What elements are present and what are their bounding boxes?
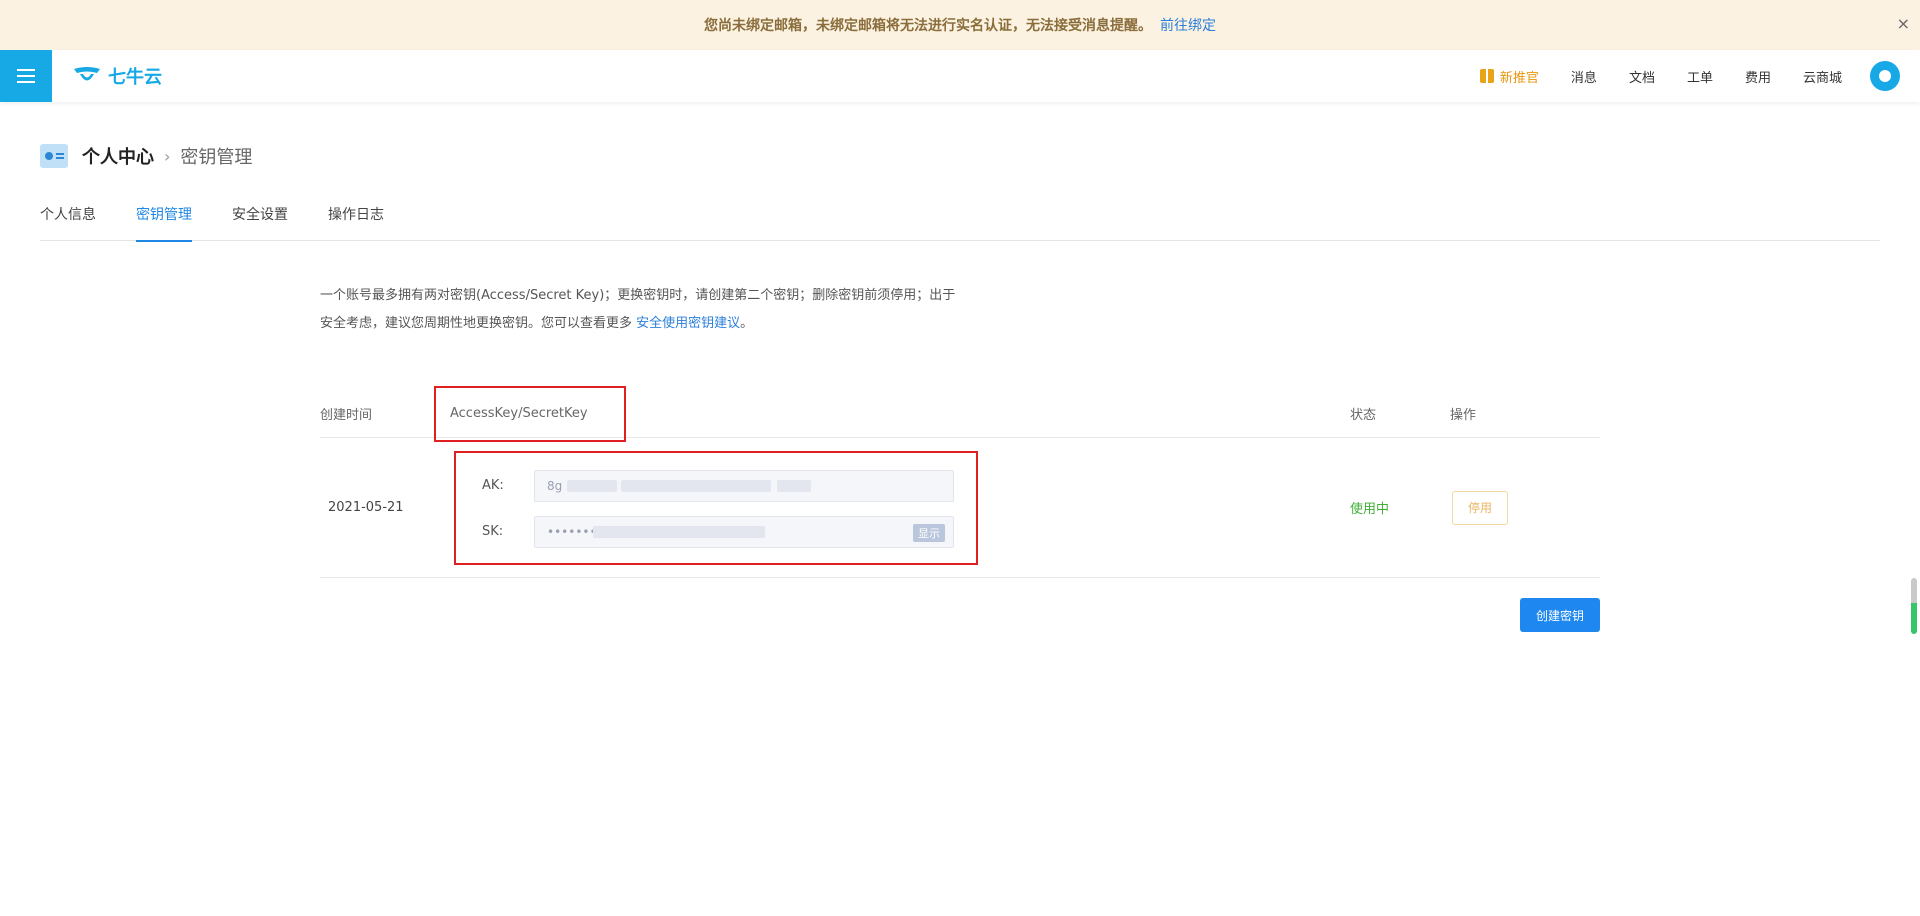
breadcrumb: 个人中心 › 密钥管理 bbox=[40, 143, 252, 169]
header-key-highlight: AccessKey/SecretKey bbox=[434, 385, 626, 442]
nav-docs[interactable]: 文档 bbox=[1629, 67, 1655, 86]
bind-email-link[interactable]: 前往绑定 bbox=[1160, 15, 1216, 35]
ak-field[interactable]: 8g bbox=[534, 469, 954, 502]
logo[interactable]: 七牛云 bbox=[72, 63, 162, 89]
table-header: 创建时间 AccessKey/SecretKey 状态 操作 bbox=[320, 385, 1600, 442]
table-row: 2021-05-21 AK: 8g SK: •••••••• 显示 使用中 停用 bbox=[320, 438, 1600, 578]
menu-button[interactable] bbox=[0, 50, 52, 102]
sk-redaction bbox=[593, 525, 765, 538]
nav-billing[interactable]: 费用 bbox=[1745, 67, 1771, 86]
top-nav: 新推官 消息 文档 工单 费用 云商城 bbox=[1479, 67, 1842, 86]
show-secret-button[interactable]: 显示 bbox=[913, 523, 945, 542]
description-end: 。 bbox=[740, 316, 754, 331]
sk-label: SK: bbox=[482, 524, 504, 539]
tab-operation-log[interactable]: 操作日志 bbox=[328, 200, 384, 241]
nav-new-recommend[interactable]: 新推官 bbox=[1479, 67, 1539, 86]
header-access-secret-key: AccessKey/SecretKey bbox=[450, 406, 588, 421]
keys-highlight-box: AK: 8g SK: •••••••• 显示 bbox=[454, 450, 978, 565]
scrollbar[interactable] bbox=[1911, 578, 1917, 634]
header-created-time: 创建时间 bbox=[320, 408, 373, 423]
tab-security-settings[interactable]: 安全设置 bbox=[232, 200, 288, 241]
ak-redaction bbox=[777, 479, 811, 492]
nav-mall[interactable]: 云商城 bbox=[1803, 67, 1842, 86]
sk-field[interactable]: •••••••• 显示 bbox=[534, 515, 954, 548]
create-key-button[interactable]: 创建密钥 bbox=[1520, 598, 1600, 632]
ak-label: AK: bbox=[482, 478, 504, 493]
tab-key-management[interactable]: 密钥管理 bbox=[136, 200, 192, 242]
keys-table: 创建时间 AccessKey/SecretKey 状态 操作 2021-05-2… bbox=[320, 385, 1600, 578]
row-operation: 停用 bbox=[1450, 490, 1600, 525]
tab-personal-info[interactable]: 个人信息 bbox=[40, 200, 96, 241]
row-date: 2021-05-21 bbox=[328, 500, 404, 515]
notice-banner: 您尚未绑定邮箱，未绑定邮箱将无法进行实名认证，无法接受消息提醒。 前往绑定 × bbox=[0, 0, 1920, 50]
key-description: 一个账号最多拥有两对密钥(Access/Secret Key)；更换密钥时，请创… bbox=[320, 282, 960, 338]
ak-redaction bbox=[567, 479, 617, 492]
close-icon[interactable]: × bbox=[1897, 14, 1910, 33]
row-keys: AK: 8g SK: •••••••• 显示 bbox=[430, 450, 1350, 565]
security-advice-link[interactable]: 安全使用密钥建议 bbox=[636, 316, 740, 331]
nav-messages[interactable]: 消息 bbox=[1571, 67, 1597, 86]
ak-line: AK: 8g bbox=[482, 463, 956, 509]
hamburger-icon bbox=[17, 69, 35, 83]
logo-icon bbox=[74, 67, 100, 81]
breadcrumb-separator: › bbox=[164, 146, 171, 166]
header-operation: 操作 bbox=[1450, 408, 1477, 423]
notice-message: 您尚未绑定邮箱，未绑定邮箱将无法进行实名认证，无法接受消息提醒。 bbox=[704, 18, 1152, 34]
nav-new-recommend-label: 新推官 bbox=[1499, 70, 1539, 86]
user-avatar[interactable] bbox=[1870, 61, 1900, 91]
gift-icon bbox=[1479, 69, 1494, 83]
disable-key-button[interactable]: 停用 bbox=[1452, 490, 1508, 525]
tab-bar: 个人信息 密钥管理 安全设置 操作日志 bbox=[40, 200, 1880, 242]
nav-tickets[interactable]: 工单 bbox=[1687, 67, 1713, 86]
top-header: 七牛云 新推官 消息 文档 工单 费用 云商城 bbox=[0, 50, 1920, 102]
breadcrumb-current: 密钥管理 bbox=[180, 147, 253, 168]
id-card-icon bbox=[40, 144, 68, 168]
user-icon bbox=[1879, 70, 1891, 82]
status-badge: 使用中 bbox=[1350, 502, 1390, 517]
breadcrumb-root[interactable]: 个人中心 bbox=[82, 143, 154, 169]
sk-line: SK: •••••••• 显示 bbox=[482, 509, 956, 555]
ak-redaction bbox=[621, 479, 771, 492]
logo-text: 七牛云 bbox=[108, 67, 162, 88]
ak-value-prefix: 8g bbox=[547, 478, 563, 493]
header-status: 状态 bbox=[1350, 408, 1377, 423]
header-key-cell: AccessKey/SecretKey bbox=[430, 385, 1350, 442]
